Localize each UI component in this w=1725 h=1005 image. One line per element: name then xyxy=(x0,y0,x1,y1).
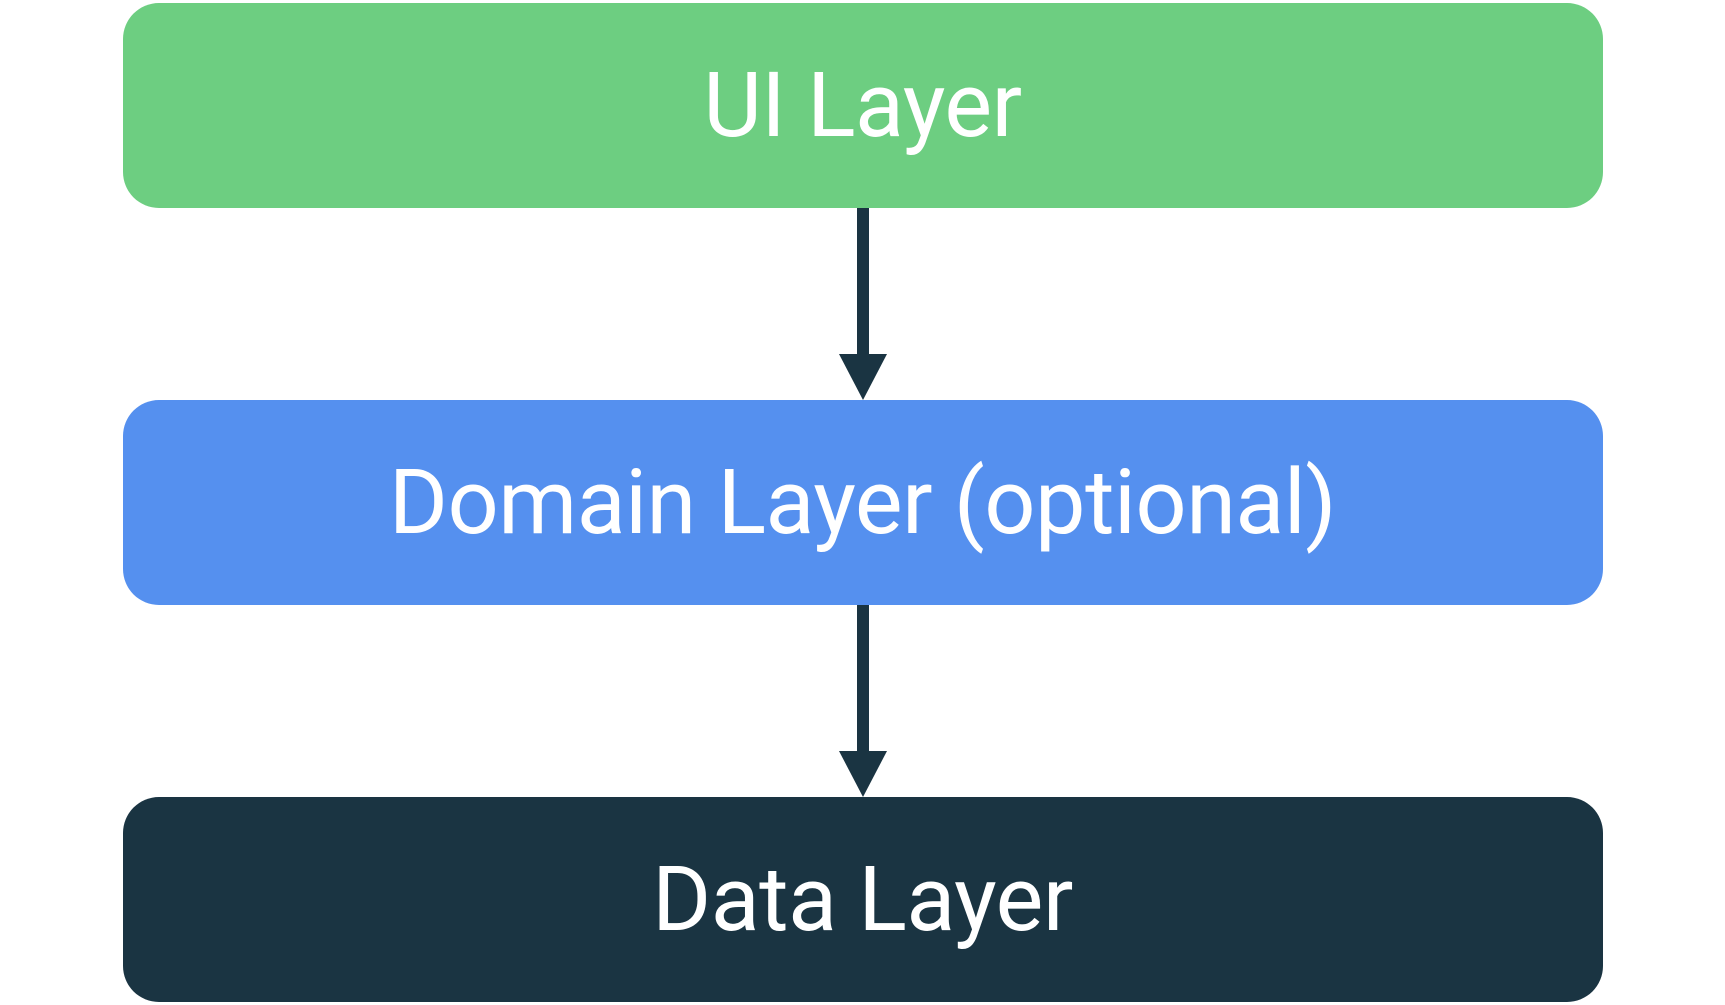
ui-layer-box: UI Layer xyxy=(123,3,1603,208)
domain-layer-label: Domain Layer (optional) xyxy=(389,450,1336,555)
arrow-down-icon xyxy=(833,208,893,400)
data-layer-label: Data Layer xyxy=(652,847,1073,952)
data-layer-box: Data Layer xyxy=(123,797,1603,1002)
arrow-domain-to-data xyxy=(833,605,893,797)
architecture-layers-diagram: UI Layer Domain Layer (optional) Data La… xyxy=(123,3,1603,1002)
arrow-down-icon xyxy=(833,605,893,797)
domain-layer-box: Domain Layer (optional) xyxy=(123,400,1603,605)
ui-layer-label: UI Layer xyxy=(703,53,1021,158)
arrow-ui-to-domain xyxy=(833,208,893,400)
